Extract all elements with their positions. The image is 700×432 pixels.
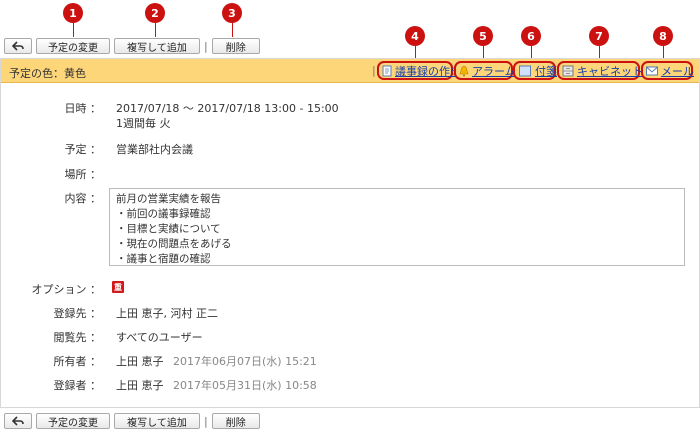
sticky-note-icon [519, 65, 531, 76]
owner-value: 上田 恵子 2017年06月07日(水) 15:21 [116, 353, 317, 369]
toolbar-separator: | [204, 414, 208, 428]
datetime-label: 日時 ： [64, 102, 102, 115]
callout-badge-5: 5 [473, 26, 493, 46]
document-icon [382, 65, 392, 76]
alarm-link[interactable]: アラーム [454, 61, 516, 80]
content-box: 前月の営業実績を報告 ・前回の議事録確認 ・目標と実績について ・現在の問題点を… [109, 188, 685, 266]
members-value: 上田 恵子, 河村 正二 [116, 307, 218, 320]
owner-date: 2017年06月07日(水) 15:21 [173, 355, 317, 368]
members-label: 登録先 ： [53, 307, 102, 320]
color-bar-separator: | [372, 64, 376, 77]
delete-button[interactable]: 削除 [211, 413, 260, 429]
title-value: 営業部社内会議 [116, 143, 193, 156]
content-line: 前月の営業実績を報告 [116, 193, 221, 205]
edit-schedule-button[interactable]: 予定の変更 [36, 38, 110, 54]
content-line: ・議事と宿題の確認 [116, 253, 211, 265]
content-line: ・前回の議事録確認 [116, 208, 211, 220]
owner-label: 所有者 ： [53, 355, 102, 368]
copy-add-button[interactable]: 複写して追加 [114, 38, 200, 54]
schedule-detail-panel: 予定の色：黄色 | 議事録の作成 アラーム 付箋 キャビネット メール 日時 ：… [0, 58, 700, 408]
back-arrow-icon [12, 416, 24, 426]
content-label: 内容 ： [64, 192, 102, 205]
mail-label: メール [661, 64, 694, 78]
callout-badge-3: 3 [222, 3, 242, 23]
repeat-value: 1週間毎 火 [116, 117, 171, 130]
copy-add-button[interactable]: 複写して追加 [114, 413, 200, 429]
mail-link[interactable]: メール [641, 61, 694, 80]
viewers-label: 閲覧先 ： [53, 331, 102, 344]
creator-label: 登録者 ： [53, 379, 102, 392]
creator-name: 上田 恵子 [116, 379, 164, 392]
callout-badge-1: 1 [63, 3, 83, 23]
content-line: ・目標と実績について [116, 223, 221, 235]
creator-value: 上田 恵子 2017年05月31日(水) 10:58 [116, 377, 317, 393]
back-button[interactable] [4, 38, 32, 54]
back-arrow-icon [12, 41, 24, 51]
datetime-value: 2017/07/18 ～ 2017/07/18 13:00 - 15:00 [116, 102, 339, 115]
viewers-value: すべてのユーザー [116, 331, 203, 344]
content-line: ・現在の問題点をあげる [116, 238, 232, 250]
callout-stem-1 [73, 23, 74, 37]
creator-date: 2017年05月31日(水) 10:58 [173, 379, 317, 392]
cabinet-icon [562, 65, 574, 76]
sticky-note-link[interactable]: 付箋 [513, 61, 557, 80]
delete-button[interactable]: 削除 [211, 38, 260, 54]
toolbar-separator: | [204, 39, 208, 53]
title-label: 予定 ： [64, 143, 102, 156]
create-minutes-label: 議事録の作成 [395, 64, 461, 78]
owner-name: 上田 恵子 [116, 355, 164, 368]
callout-badge-6: 6 [521, 26, 541, 46]
top-toolbar: 予定の変更 複写して追加 | 削除 [4, 37, 264, 55]
callout-badge-4: 4 [405, 26, 425, 46]
place-label: 場所 ： [64, 168, 102, 181]
important-icon: 重 [112, 281, 124, 293]
option-label: オプション ： [31, 283, 102, 296]
mail-icon [646, 66, 658, 75]
cabinet-link[interactable]: キャビネット [557, 61, 643, 80]
bell-icon [459, 65, 469, 76]
create-minutes-link[interactable]: 議事録の作成 [377, 61, 461, 80]
callout-stem-2 [155, 23, 156, 37]
callout-badge-7: 7 [589, 26, 609, 46]
callout-badge-8: 8 [653, 26, 673, 46]
alarm-label: アラーム [472, 64, 516, 78]
cabinet-label: キャビネット [577, 64, 643, 78]
callout-stem-3 [232, 23, 233, 37]
callout-badge-2: 2 [145, 3, 165, 23]
schedule-color-bar: 予定の色：黄色 | 議事録の作成 アラーム 付箋 キャビネット メール [1, 59, 699, 83]
edit-schedule-button[interactable]: 予定の変更 [36, 413, 110, 429]
bottom-toolbar: 予定の変更 複写して追加 | 削除 [4, 412, 264, 430]
back-button[interactable] [4, 413, 32, 429]
schedule-color-label: 予定の色：黄色 [9, 67, 86, 80]
sticky-note-label: 付箋 [535, 64, 557, 78]
